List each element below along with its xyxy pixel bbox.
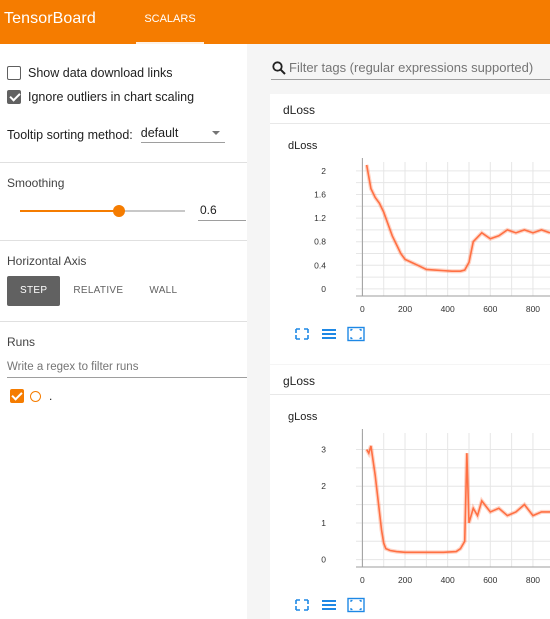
search-icon [272,61,286,75]
y-tick-label: 0.8 [314,237,326,247]
expand-icon[interactable] [292,326,312,342]
smoothing-value-input[interactable]: 0.6 [198,203,246,221]
fit-domain-icon[interactable] [346,597,366,613]
tooltip-sorting-row: Tooltip sorting method: default [7,126,225,143]
y-tick-label: 2 [321,166,326,176]
chart-gloss[interactable]: 0 1 2 3 0 200 400 600 800 [270,425,550,595]
chart-dloss[interactable]: 0 0.4 0.8 1.2 1.6 2 0 200 400 600 800 [270,154,550,324]
chart-card-gloss: gLoss 0 1 2 3 0 200 400 600 800 [270,395,550,619]
horizontal-axis-toggle-group: STEP RELATIVE WALL [7,276,190,306]
chart-actions-dloss [292,326,373,342]
series-line [365,445,550,554]
category-header-gloss[interactable]: gLoss [270,365,550,395]
x-tick-label: 200 [398,304,412,314]
y-tick-label: 0 [321,284,326,294]
tooltip-sorting-value: default [140,126,179,140]
run-color-swatch[interactable] [30,390,41,402]
y-tick-label: 2 [321,481,326,491]
ignore-outliers-checkbox[interactable] [7,90,21,104]
ignore-outliers-checkbox-row[interactable]: Ignore outliers in chart scaling [7,90,194,104]
x-tick-label: 400 [441,304,455,314]
y-tick-label: 0 [321,555,326,565]
chart-title-gloss: gLoss [288,411,318,423]
smoothing-slider-knob[interactable] [113,205,125,217]
series-raw-line [364,445,550,555]
category-header-dloss[interactable]: dLoss [270,94,550,124]
axis-wall-button[interactable]: WALL [136,276,190,306]
x-tick-label: 0 [360,304,365,314]
x-tick-label: 400 [441,575,455,585]
smoothing-slider[interactable] [20,205,185,217]
chevron-down-icon [211,131,220,135]
chart-title-dloss: dLoss [288,140,318,152]
divider [0,240,247,241]
axis-relative-button[interactable]: RELATIVE [60,276,136,306]
main-panel: Filter tags (regular expressions support… [247,44,550,619]
tooltip-sorting-select[interactable]: default [140,126,225,143]
divider [0,321,247,322]
tab-scalars-label: SCALARS [144,13,196,25]
fit-domain-icon[interactable] [346,326,366,342]
y-tick-label: 1.6 [314,189,326,199]
y-tick-label: 3 [321,445,326,455]
toggle-log-scale-icon[interactable] [319,326,339,342]
x-tick-label: 800 [526,304,540,314]
ignore-outliers-label: Ignore outliers in chart scaling [28,90,195,104]
y-tick-label: 0.4 [314,260,326,270]
tag-filter-placeholder: Filter tags (regular expressions support… [289,60,534,75]
x-tick-label: 0 [360,575,365,585]
runs-regex-input[interactable]: Write a regex to filter runs [7,361,247,378]
y-tick-label: 1 [321,518,326,528]
show-download-links-label: Show data download links [28,66,173,80]
toggle-log-scale-icon[interactable] [319,597,339,613]
x-tick-label: 600 [483,304,497,314]
run-checkbox[interactable] [10,389,24,403]
sidebar: Show data download links Ignore outliers… [0,44,247,619]
app-title: TensorBoard [4,10,96,27]
y-tick-label: 1.2 [314,213,326,223]
runs-title: Runs [7,335,36,349]
chart-card-dloss: dLoss 0 0.4 0.8 1.2 1.6 2 0 200 400 600 800 [270,124,550,364]
axis-step-button[interactable]: STEP [7,276,61,306]
tooltip-sorting-label: Tooltip sorting method: [7,127,133,142]
tab-scalars[interactable]: SCALARS [136,0,204,44]
smoothing-title: Smoothing [7,176,65,190]
divider [0,162,247,163]
chart-actions-gloss [292,597,373,613]
show-download-links-checkbox[interactable] [7,66,21,80]
horizontal-axis-title: Horizontal Axis [7,254,87,268]
run-label: . [49,389,53,403]
run-item[interactable]: . [10,389,52,403]
x-tick-label: 200 [398,575,412,585]
x-tick-label: 600 [483,575,497,585]
x-tick-label: 800 [526,575,540,585]
show-download-links-checkbox-row[interactable]: Show data download links [7,66,173,80]
smoothing-slider-fill [20,210,119,212]
expand-icon[interactable] [292,597,312,613]
top-app-bar: TensorBoard SCALARS [0,0,550,44]
tag-filter-input[interactable]: Filter tags (regular expressions support… [271,60,550,80]
